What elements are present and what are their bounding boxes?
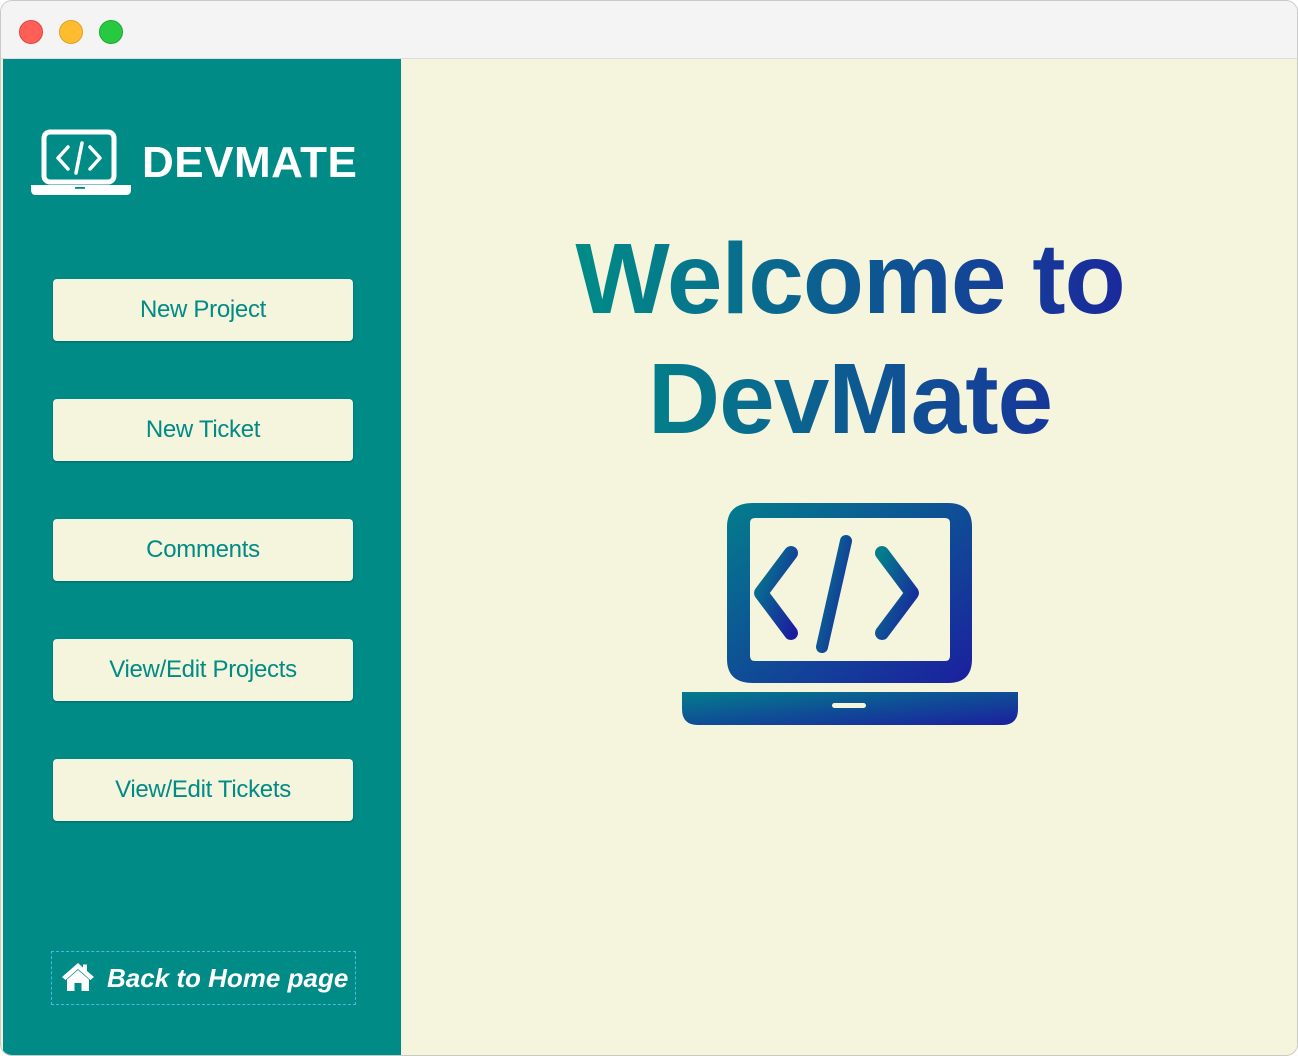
- minimize-window-button[interactable]: [59, 20, 83, 44]
- brand-name: DEVMATE: [142, 138, 358, 187]
- laptop-code-icon: [682, 503, 1018, 725]
- sidebar: DEVMATE New Project New Ticket Comments …: [3, 59, 401, 1055]
- welcome-line-2: DevMate: [647, 343, 1053, 455]
- back-to-home-link[interactable]: Back to Home page: [51, 951, 356, 1005]
- comments-button[interactable]: Comments: [53, 519, 353, 581]
- app-window: DEVMATE New Project New Ticket Comments …: [0, 0, 1298, 1056]
- new-project-button[interactable]: New Project: [53, 279, 353, 341]
- welcome-line-1: Welcome to: [575, 223, 1125, 335]
- main-content: Welcome to DevMate: [401, 59, 1297, 1055]
- new-ticket-button[interactable]: New Ticket: [53, 399, 353, 461]
- home-icon: [62, 963, 94, 991]
- view-edit-projects-button[interactable]: View/Edit Projects: [53, 639, 353, 701]
- brand: DEVMATE: [31, 129, 371, 199]
- close-window-button[interactable]: [19, 20, 43, 44]
- view-edit-tickets-button[interactable]: View/Edit Tickets: [53, 759, 353, 821]
- back-to-home-label: Back to Home page: [107, 963, 349, 993]
- welcome-heading: Welcome to DevMate: [401, 219, 1297, 459]
- title-bar: [1, 1, 1297, 59]
- zoom-window-button[interactable]: [99, 20, 123, 44]
- laptop-code-icon: [31, 129, 131, 195]
